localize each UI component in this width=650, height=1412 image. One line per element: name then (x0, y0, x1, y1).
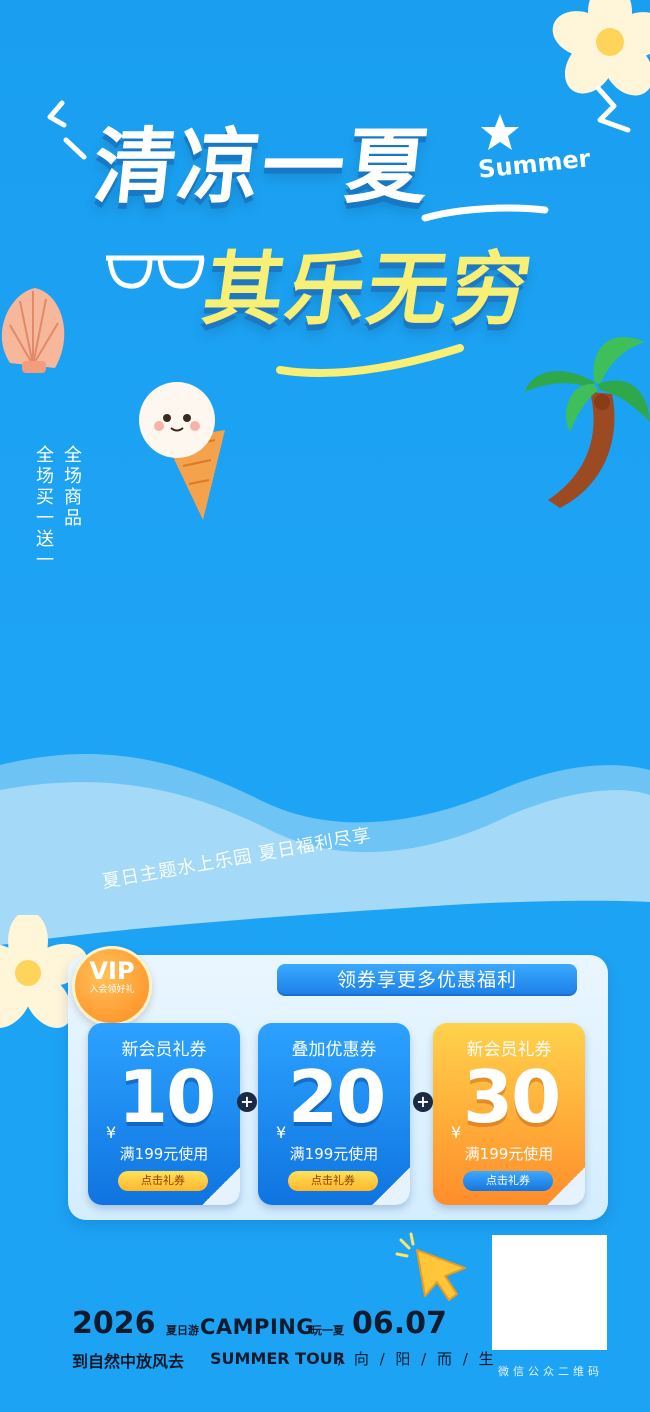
sunglasses-icon (106, 255, 205, 289)
side-text-col1: 全场商品 (61, 445, 82, 529)
page-curl (372, 1167, 410, 1205)
sparkle-icon (47, 100, 87, 160)
footer-camping: CAMPING (200, 1315, 315, 1339)
star-icon (481, 114, 519, 150)
brush-stroke (276, 344, 464, 377)
headline-line2: 其乐无穷 (197, 243, 539, 336)
coupon-card[interactable]: 叠加优惠券 ¥ 20 满199元使用 点击礼券 (258, 1023, 410, 1205)
footer-small2: 玩一夏 (311, 1324, 344, 1337)
coupon-condition: 满199元使用 (289, 1145, 379, 1163)
coupon-card[interactable]: 新会员礼券 ¥ 10 满199元使用 点击礼券 (88, 1023, 240, 1205)
palm-tree-icon (525, 336, 650, 508)
sparkle-icon (595, 85, 631, 133)
footer-date: 06.07 (352, 1306, 447, 1341)
coupon-amount: 20 (288, 1055, 386, 1139)
shell-icon (1, 288, 65, 373)
ice-cream-icon (139, 382, 225, 520)
coupon-currency: ¥ (106, 1123, 117, 1142)
footer-line2b: SUMMER TOUR (210, 1349, 346, 1368)
coupon-currency: ¥ (451, 1123, 462, 1142)
panel-tab[interactable]: 领券享更多优惠福利 (277, 964, 577, 996)
footer-line2a: 到自然中放风去 (72, 1352, 185, 1371)
coupon-amount: 10 (118, 1055, 216, 1139)
coupon-condition: 满199元使用 (464, 1145, 554, 1163)
coupon-card[interactable]: 新会员礼券 ¥ 30 满199元使用 点击礼券 (433, 1023, 585, 1205)
coupon-amount: 30 (463, 1055, 561, 1139)
plus-icon: + (237, 1092, 257, 1112)
coupon-claim-button[interactable]: 点击礼券 (288, 1171, 378, 1191)
coupon-claim-button[interactable]: 点击礼券 (118, 1171, 208, 1191)
headline-line1: 清凉一夏 (89, 120, 436, 215)
footer-small1: 夏日游 (166, 1324, 199, 1337)
poster: 清凉一夏 Summer 其乐无穷 全场商品 全场买一送一 夏日主题水上乐园 夏日… (0, 0, 650, 1412)
coupon-currency: ¥ (276, 1123, 287, 1142)
coupon-condition: 满199元使用 (119, 1145, 209, 1163)
qr-label: 微信公众二维码 (498, 1365, 603, 1378)
coupon-claim-button[interactable]: 点击礼券 (463, 1171, 553, 1191)
cursor-icon (395, 1232, 466, 1301)
plus-icon: + (413, 1092, 433, 1112)
footer-year: 2026 (72, 1306, 156, 1341)
page-curl (202, 1167, 240, 1205)
qr-code-placeholder[interactable] (492, 1235, 607, 1350)
page-curl (547, 1167, 585, 1205)
footer-line2c: / 向 / 阳 / 而 / 生 (338, 1350, 497, 1368)
side-text-col2: 全场买一送一 (33, 445, 54, 571)
vip-sub-label: 入会领好礼 (89, 985, 135, 995)
vip-label: VIP (89, 957, 135, 985)
vip-badge[interactable]: VIP 入会领好礼 (72, 946, 152, 1026)
